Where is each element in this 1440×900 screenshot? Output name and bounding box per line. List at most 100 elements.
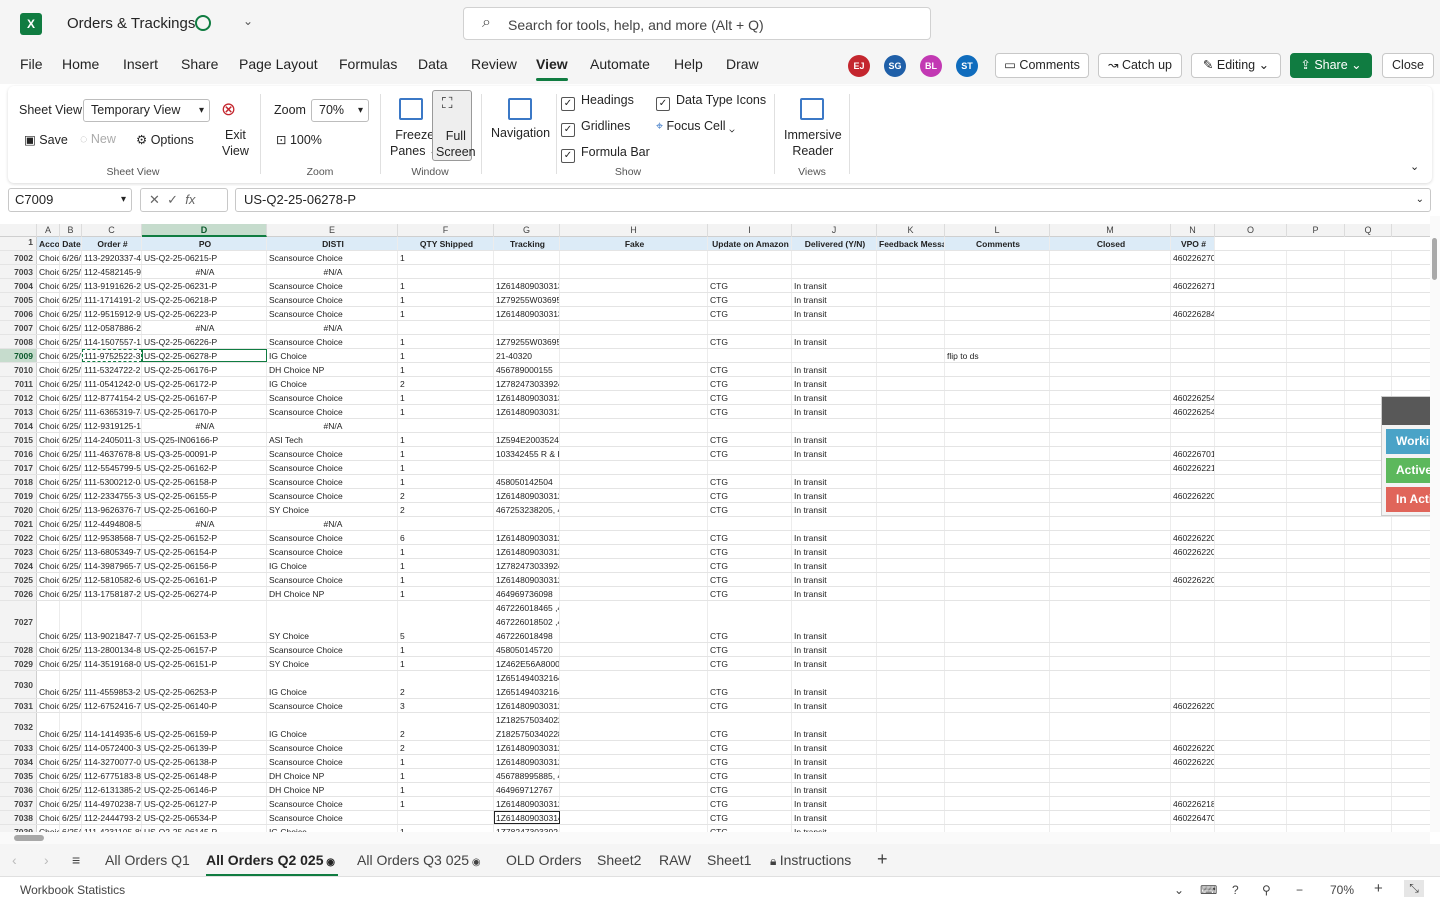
cell-e[interactable]: Scansource Choice <box>267 699 398 712</box>
cell-e[interactable]: Scansource Choice <box>267 811 398 824</box>
cell-empty[interactable] <box>1050 531 1171 544</box>
cell-empty[interactable] <box>1050 321 1171 334</box>
cell-c[interactable]: 112-5545799-5876242 <box>82 461 142 474</box>
cell-empty[interactable] <box>877 699 945 712</box>
cell-b[interactable]: 6/25/2025 <box>60 601 82 642</box>
sheet-tab-sheet2[interactable]: Sheet2 <box>597 852 641 868</box>
cell-l[interactable] <box>945 503 1050 516</box>
cell-f[interactable]: 2 <box>398 377 494 390</box>
cell-l[interactable] <box>945 573 1050 586</box>
cell-j[interactable]: In transit <box>792 643 877 656</box>
cell-l[interactable] <box>945 769 1050 782</box>
cell-i[interactable] <box>708 321 792 334</box>
row-header[interactable]: 7029 <box>0 657 37 670</box>
row-header[interactable]: 7016 <box>0 447 37 460</box>
menu-tab-file[interactable]: File <box>20 56 43 72</box>
column-title[interactable]: Date <box>60 237 82 250</box>
cell-empty[interactable] <box>1287 335 1345 348</box>
cell-nn[interactable]: 4602264700 <box>1171 811 1215 824</box>
cell-g[interactable]: 1Z79255W0369594334 <box>494 335 560 348</box>
cell-b[interactable]: 6/25/2025 <box>60 433 82 446</box>
row-header[interactable]: 7018 <box>0 475 37 488</box>
cell-l[interactable] <box>945 461 1050 474</box>
cell-l[interactable] <box>945 825 1050 832</box>
cell-nn[interactable] <box>1171 503 1215 516</box>
cell-d[interactable]: US-Q2-25-06176-P <box>142 363 267 376</box>
menu-tab-review[interactable]: Review <box>471 56 517 72</box>
cell-empty[interactable] <box>1050 517 1171 530</box>
cell-g[interactable] <box>494 517 560 530</box>
cell-i[interactable]: CTG <box>708 825 792 832</box>
cell-empty[interactable] <box>877 377 945 390</box>
cell-empty[interactable] <box>1215 755 1287 768</box>
cell-c[interactable]: 114-0572400-3901058 <box>82 741 142 754</box>
cell-f[interactable]: 1 <box>398 783 494 796</box>
cell-d[interactable]: #N/A <box>142 419 267 432</box>
cell-empty[interactable] <box>877 405 945 418</box>
cell-l[interactable] <box>945 335 1050 348</box>
row-header[interactable]: 7006 <box>0 307 37 320</box>
zoom-in-icon[interactable]: + <box>1374 880 1383 897</box>
keyboard-icon[interactable]: ⌨ <box>1200 883 1217 897</box>
cell-j[interactable]: In transit <box>792 657 877 670</box>
cell-b[interactable]: 6/25/2025 <box>60 657 82 670</box>
cell-empty[interactable] <box>1287 755 1345 768</box>
cell-e[interactable]: IG Choice <box>267 349 398 362</box>
row-header[interactable]: 7032 <box>0 713 37 740</box>
cell-c[interactable]: 114-1414935-6684215 <box>82 713 142 740</box>
cell-empty[interactable] <box>560 377 708 390</box>
cell-a[interactable]: Choice <box>37 573 60 586</box>
cell-g[interactable]: 464969712767 <box>494 783 560 796</box>
cell-i[interactable]: CTG <box>708 391 792 404</box>
cell-empty[interactable] <box>877 503 945 516</box>
cell-empty[interactable] <box>877 545 945 558</box>
cell-empty[interactable] <box>1215 321 1287 334</box>
cell-d[interactable]: US-Q2-25-06167-P <box>142 391 267 404</box>
cell-empty[interactable] <box>1345 825 1392 832</box>
cell-e[interactable]: #N/A <box>267 265 398 278</box>
cell-e[interactable]: SY Choice <box>267 657 398 670</box>
cell-empty[interactable] <box>1050 377 1171 390</box>
cell-empty[interactable] <box>1287 517 1345 530</box>
column-header-h[interactable]: H <box>560 224 708 237</box>
cell-empty[interactable] <box>560 489 708 502</box>
cell-empty[interactable] <box>560 573 708 586</box>
column-title[interactable]: QTY Shipped <box>398 237 494 250</box>
gridlines-checkbox[interactable]: ✓ Gridlines <box>561 119 630 137</box>
cell-nn[interactable] <box>1171 419 1215 432</box>
cell-empty[interactable] <box>877 531 945 544</box>
cell-b[interactable]: 6/25/2025 <box>60 475 82 488</box>
cell-empty[interactable] <box>1345 531 1392 544</box>
cell-nn[interactable]: 4602262203 <box>1171 699 1215 712</box>
row-header[interactable]: 7014 <box>0 419 37 432</box>
cell-empty[interactable] <box>1345 573 1392 586</box>
cell-g[interactable]: 103342455 R & L CARRIERS INC. <box>494 447 560 460</box>
cell-empty[interactable] <box>1287 601 1345 642</box>
cell-f[interactable]: 5 <box>398 601 494 642</box>
cell-empty[interactable] <box>877 349 945 362</box>
row-header[interactable]: 7019 <box>0 489 37 502</box>
cell-empty[interactable] <box>1050 559 1171 572</box>
column-header-d[interactable]: D <box>142 224 267 237</box>
cell-empty[interactable] <box>1050 573 1171 586</box>
cell-d[interactable]: US-Q2-25-06146-P <box>142 783 267 796</box>
cell-a[interactable]: Choice <box>37 293 60 306</box>
row-header[interactable]: 7023 <box>0 545 37 558</box>
cell-empty[interactable] <box>560 293 708 306</box>
name-box[interactable]: C7009 ▾ <box>8 188 132 212</box>
cell-empty[interactable] <box>1345 349 1392 362</box>
cell-e[interactable]: Scansource Choice <box>267 279 398 292</box>
cell-empty[interactable] <box>560 783 708 796</box>
row-header[interactable]: 7013 <box>0 405 37 418</box>
cell-d[interactable]: US-Q2-25-06158-P <box>142 475 267 488</box>
cell-i[interactable]: CTG <box>708 489 792 502</box>
cell-j[interactable]: In transit <box>792 293 877 306</box>
cell-d[interactable]: US-Q2-25-06226-P <box>142 335 267 348</box>
cell-j[interactable]: In transit <box>792 475 877 488</box>
cell-nn[interactable] <box>1171 713 1215 740</box>
cell-empty[interactable] <box>1050 769 1171 782</box>
column-title[interactable]: Delivered (Y/N) <box>792 237 877 250</box>
cell-empty[interactable] <box>877 251 945 264</box>
cell-b[interactable]: 6/25/2025 <box>60 517 82 530</box>
cell-empty[interactable] <box>1215 573 1287 586</box>
